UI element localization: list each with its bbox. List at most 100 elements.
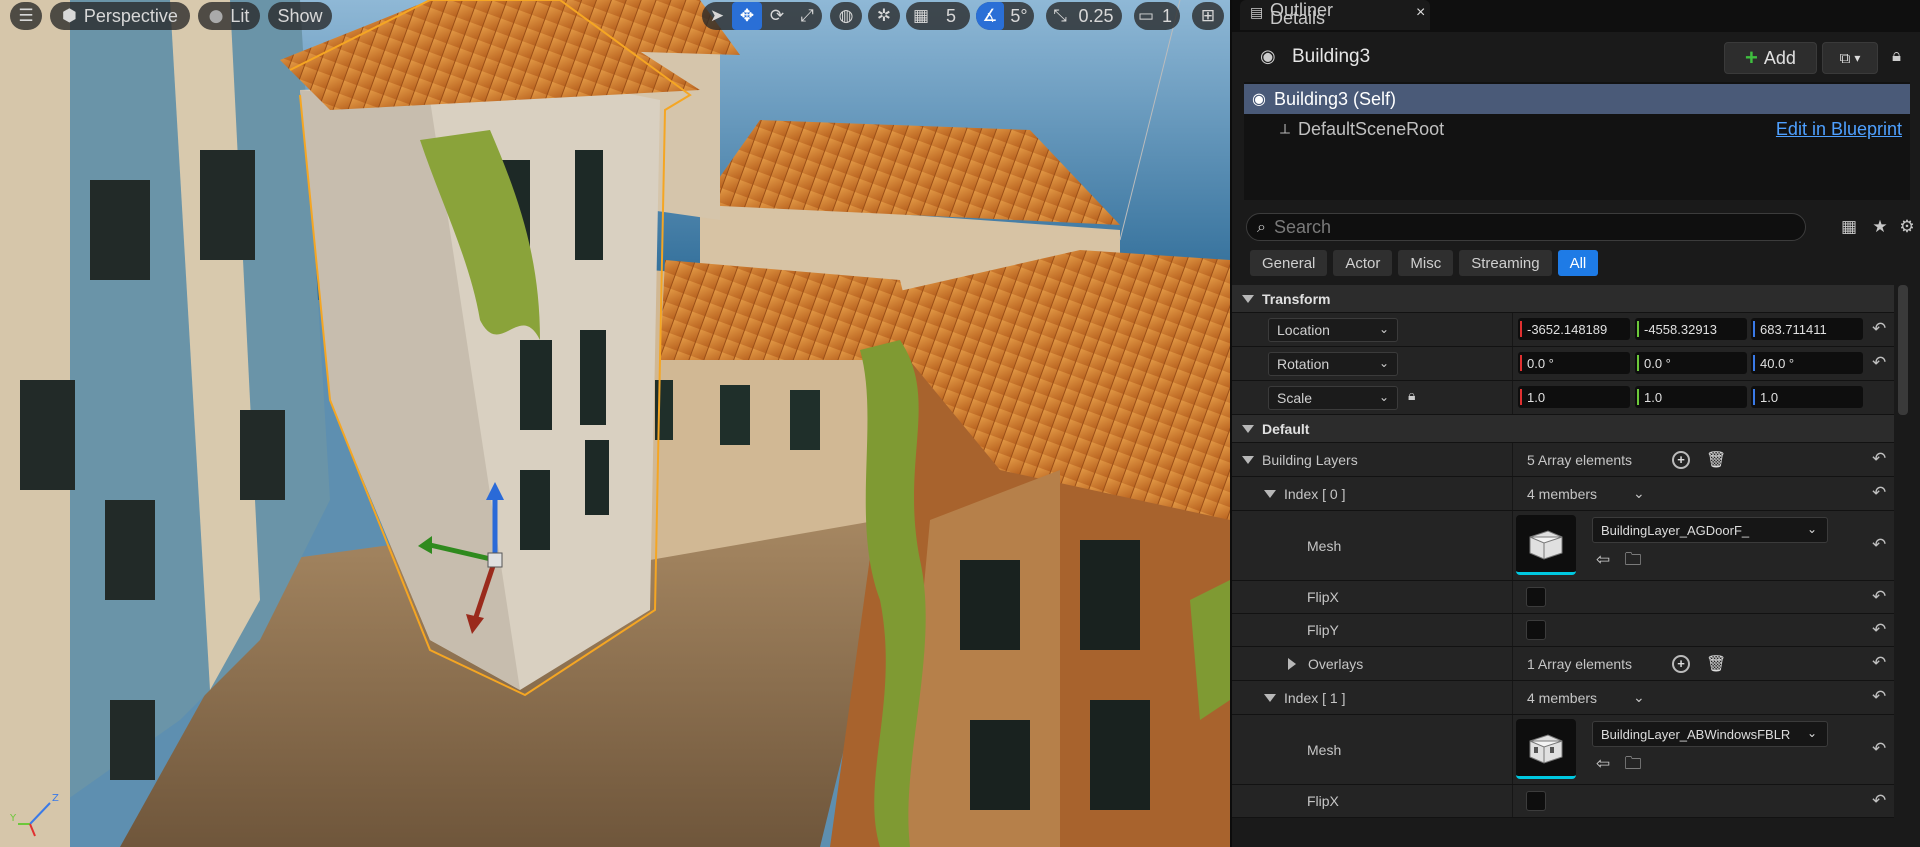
rotation-z-field[interactable]: 40.0 ° [1751, 352, 1863, 374]
scale-snap-toggle[interactable]: ⤡ [1046, 2, 1074, 30]
scale-mode-button[interactable]: ⤢ [792, 2, 822, 30]
add-component-button[interactable]: + Add [1724, 42, 1817, 74]
chevron-down-icon: ⌄ [1378, 322, 1389, 336]
blueprint-options-button[interactable]: ⧉ ▾ [1822, 42, 1878, 74]
flipx-checkbox[interactable] [1526, 587, 1546, 607]
mesh-thumbnail[interactable] [1516, 719, 1576, 779]
reset-arrow-icon[interactable]: ↶ [1872, 347, 1886, 380]
filter-general[interactable]: General [1250, 250, 1328, 276]
lock-icon[interactable]: 🔒︎ [1892, 48, 1901, 65]
show-button[interactable]: Show [268, 2, 332, 30]
scale-snap-group[interactable]: ⤡ 0.25 [1046, 2, 1122, 30]
reset-arrow-icon[interactable]: ↶ [1872, 443, 1886, 476]
filter-actor[interactable]: Actor [1333, 250, 1393, 276]
close-icon[interactable]: × [1416, 4, 1425, 22]
browse-asset-icon[interactable]: 🗀︎ [1622, 549, 1644, 571]
location-y-field[interactable]: -4558.32913 [1635, 318, 1747, 340]
flipy-checkbox[interactable] [1526, 620, 1546, 640]
actor-name[interactable]: Building3 [1292, 46, 1370, 68]
flipx-checkbox[interactable] [1526, 791, 1546, 811]
select-mode-button[interactable]: ➤ [702, 2, 732, 30]
settings-button[interactable]: ⚙ [1894, 213, 1920, 241]
filter-all[interactable]: All [1557, 250, 1599, 276]
perspective-button[interactable]: ⬢ Perspective [50, 2, 190, 30]
property-matrix-button[interactable]: ▦ [1836, 213, 1862, 241]
use-selected-icon[interactable]: ⇦ [1592, 549, 1614, 571]
lock-icon[interactable]: 🔒︎ [1408, 389, 1415, 403]
search-input[interactable] [1273, 216, 1754, 238]
rotation-y-field[interactable]: 0.0 ° [1635, 352, 1747, 374]
rotation-snap-value[interactable]: 5° [1004, 2, 1034, 30]
scrollbar[interactable] [1898, 285, 1908, 415]
viewport-menu-button[interactable]: ☰ [10, 2, 42, 30]
rotate-mode-button[interactable]: ⟳ [762, 2, 792, 30]
trash-icon[interactable]: 🗑︎ [1706, 647, 1726, 680]
mesh-asset-dropdown[interactable]: BuildingLayer_ABWindowsFBLR ⌄ [1592, 721, 1828, 747]
browse-asset-icon[interactable]: 🗀︎ [1622, 753, 1644, 775]
camera-speed-group[interactable]: ▭ 1 [1134, 2, 1180, 30]
lit-button[interactable]: ● Lit [198, 2, 260, 30]
scale-y-field[interactable]: 1.0 [1635, 386, 1747, 408]
trash-icon[interactable]: 🗑︎ [1706, 443, 1726, 476]
reset-arrow-icon[interactable]: ↶ [1872, 715, 1886, 784]
world-local-button[interactable]: ◍ [830, 2, 862, 30]
surface-snap-button[interactable]: ✲ [868, 2, 900, 30]
rotation-dropdown[interactable]: Rotation ⌄ [1268, 352, 1398, 376]
layout-button[interactable]: ⊞ [1192, 2, 1224, 30]
chevron-down-icon: ⌄ [1378, 390, 1389, 404]
grid-snap-value[interactable]: 5 [936, 2, 966, 30]
rotation-snap-group[interactable]: ∡ 5° [976, 2, 1034, 30]
mesh-asset-dropdown[interactable]: BuildingLayer_AGDoorF_ ⌄ [1592, 517, 1828, 543]
plus-icon: + [1745, 45, 1758, 70]
translate-mode-button[interactable]: ✥ [732, 2, 762, 30]
scale-snap-value[interactable]: 0.25 [1074, 2, 1118, 30]
location-x-field[interactable]: -3652.148189 [1518, 318, 1630, 340]
chevron-down-icon[interactable] [1242, 455, 1254, 464]
filter-streaming[interactable]: Streaming [1459, 250, 1552, 276]
camera-speed-toggle[interactable]: ▭ [1134, 2, 1158, 30]
scale-y-value: 1.0 [1644, 389, 1663, 405]
favorites-button[interactable]: ★ [1867, 213, 1893, 241]
reset-arrow-icon[interactable]: ↶ [1872, 581, 1886, 613]
perspective-label: Perspective [83, 5, 178, 26]
rotation-snap-toggle[interactable]: ∡ [976, 2, 1004, 30]
property-mesh-0: Mesh BuildingLayer_AGDoorF_ ⌄ ⇦ 🗀︎ ↶ [1232, 511, 1894, 581]
location-z-field[interactable]: 683.711411 [1751, 318, 1863, 340]
tab-outliner[interactable]: ▤ Outliner Details × [1240, 0, 1430, 30]
reset-arrow-icon[interactable]: ↶ [1872, 785, 1886, 817]
tree-item-default-scene-root[interactable]: ⟂ DefaultSceneRoot Edit in Blueprint [1244, 114, 1910, 144]
edit-in-blueprint-link[interactable]: Edit in Blueprint [1776, 119, 1902, 140]
category-transform-label: Transform [1262, 290, 1331, 307]
chevron-down-icon[interactable] [1264, 693, 1276, 702]
rotate-icon: ⟳ [769, 5, 785, 26]
add-element-icon[interactable]: + [1672, 450, 1690, 469]
chevron-down-icon[interactable] [1264, 489, 1276, 498]
reset-arrow-icon[interactable]: ↶ [1872, 477, 1886, 510]
scale-dropdown[interactable]: Scale ⌄ [1268, 386, 1398, 410]
rotation-x-field[interactable]: 0.0 ° [1518, 352, 1630, 374]
scale-z-field[interactable]: 1.0 [1751, 386, 1863, 408]
details-header: ◉ Building3 + Add ⧉ ▾ 🔒︎ [1242, 42, 1912, 76]
add-element-icon[interactable]: + [1672, 654, 1690, 673]
reset-arrow-icon[interactable]: ↶ [1872, 647, 1886, 680]
use-selected-icon[interactable]: ⇦ [1592, 753, 1614, 775]
mesh-thumbnail[interactable] [1516, 515, 1576, 575]
chevron-down-icon: ⌄ [1806, 726, 1817, 740]
details-search[interactable]: ⌕ [1246, 213, 1806, 241]
level-viewport[interactable]: ☰ ⬢ Perspective ● Lit Show ➤ ✥ ⟳ ⤢ ◍ ✲ ▦… [0, 0, 1230, 847]
tab-details-label[interactable]: Details [1270, 8, 1325, 29]
scale-x-field[interactable]: 1.0 [1518, 386, 1630, 408]
reset-arrow-icon[interactable]: ↶ [1872, 313, 1886, 346]
reset-arrow-icon[interactable]: ↶ [1872, 681, 1886, 714]
reset-arrow-icon[interactable]: ↶ [1872, 614, 1886, 646]
filter-misc[interactable]: Misc [1398, 250, 1454, 276]
camera-speed-value[interactable]: 1 [1158, 2, 1176, 30]
grid-snap-toggle[interactable]: ▦ [906, 2, 936, 30]
tree-item-self[interactable]: ◉ Building3 (Self) [1244, 84, 1910, 114]
category-transform[interactable]: Transform [1232, 285, 1894, 313]
chevron-right-icon[interactable] [1288, 657, 1296, 670]
location-dropdown[interactable]: Location ⌄ [1268, 318, 1398, 342]
grid-snap-group[interactable]: ▦ 5 [906, 2, 970, 30]
reset-arrow-icon[interactable]: ↶ [1872, 511, 1886, 580]
category-default[interactable]: Default [1232, 415, 1894, 443]
